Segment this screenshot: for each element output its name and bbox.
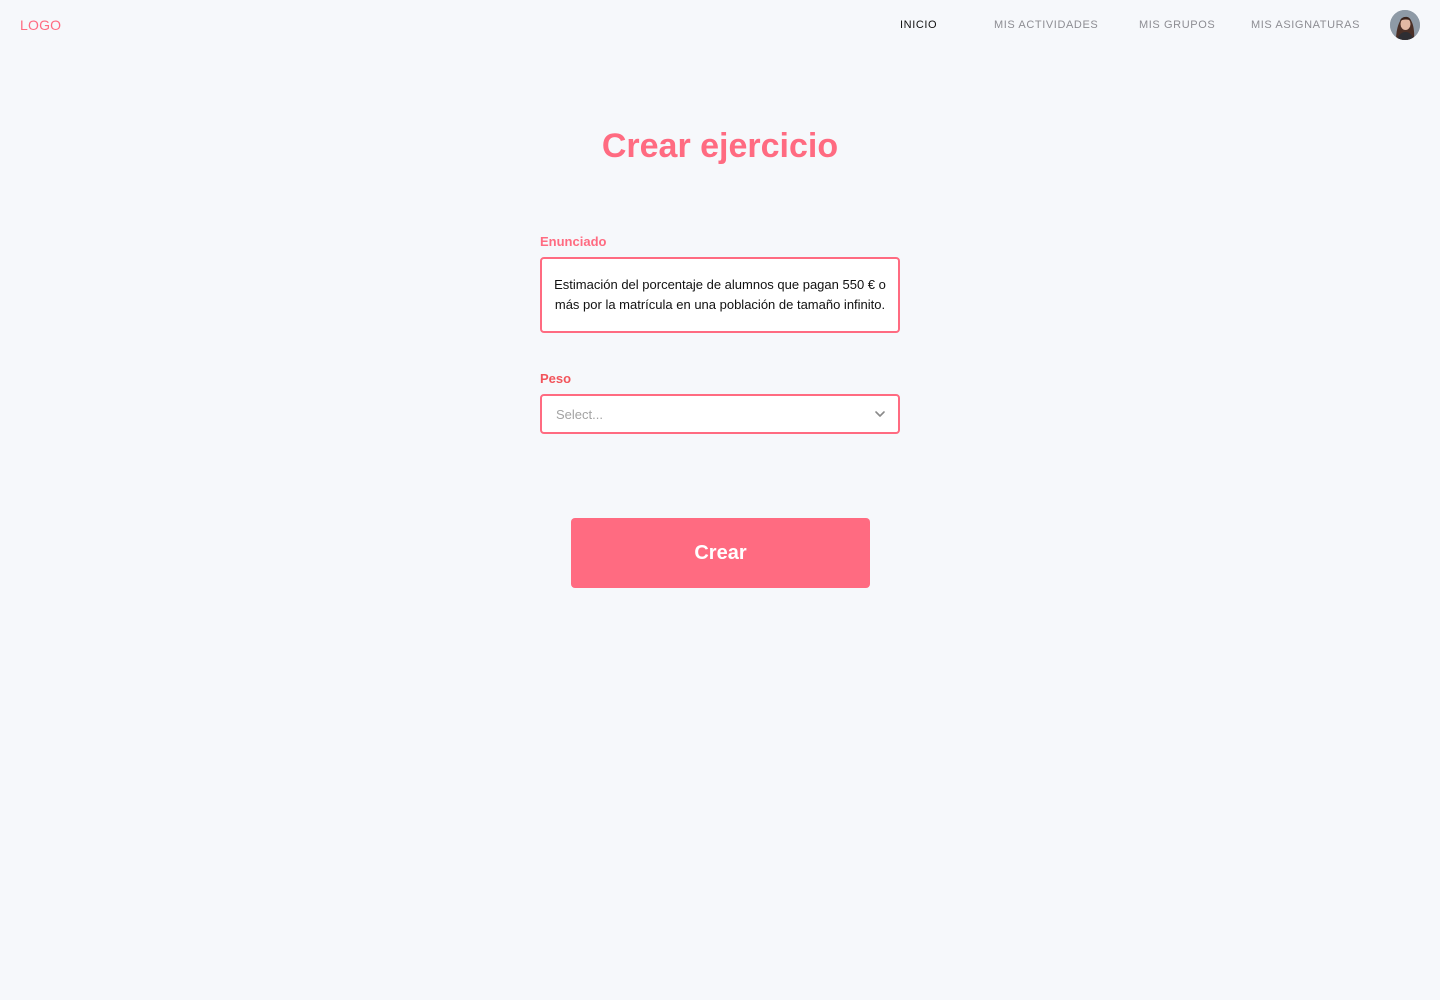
- nav-item-mis-actividades[interactable]: MIS ACTIVIDADES: [994, 19, 1098, 31]
- nav-item-inicio[interactable]: INICIO: [900, 19, 937, 31]
- enunciado-textarea-container[interactable]: Estimación del porcentaje de alumnos que…: [540, 257, 900, 333]
- peso-select-placeholder: Select...: [556, 407, 603, 422]
- crear-button[interactable]: Crear: [571, 518, 870, 588]
- top-navigation-bar: LOGO INICIO MIS ACTIVIDADES MIS GRUPOS M…: [0, 0, 1440, 52]
- enunciado-label: Enunciado: [540, 234, 607, 249]
- nav-item-mis-asignaturas[interactable]: MIS ASIGNATURAS: [1251, 19, 1360, 31]
- chevron-down-icon: [875, 411, 885, 417]
- page-title: Crear ejercicio: [601, 127, 839, 165]
- peso-select[interactable]: Select...: [540, 394, 900, 434]
- avatar-portrait-icon: [1390, 10, 1420, 40]
- logo[interactable]: LOGO: [20, 17, 61, 33]
- nav-item-mis-grupos[interactable]: MIS GRUPOS: [1139, 19, 1215, 31]
- enunciado-textarea[interactable]: Estimación del porcentaje de alumnos que…: [542, 259, 898, 331]
- peso-label: Peso: [540, 371, 572, 386]
- user-avatar[interactable]: [1390, 10, 1420, 40]
